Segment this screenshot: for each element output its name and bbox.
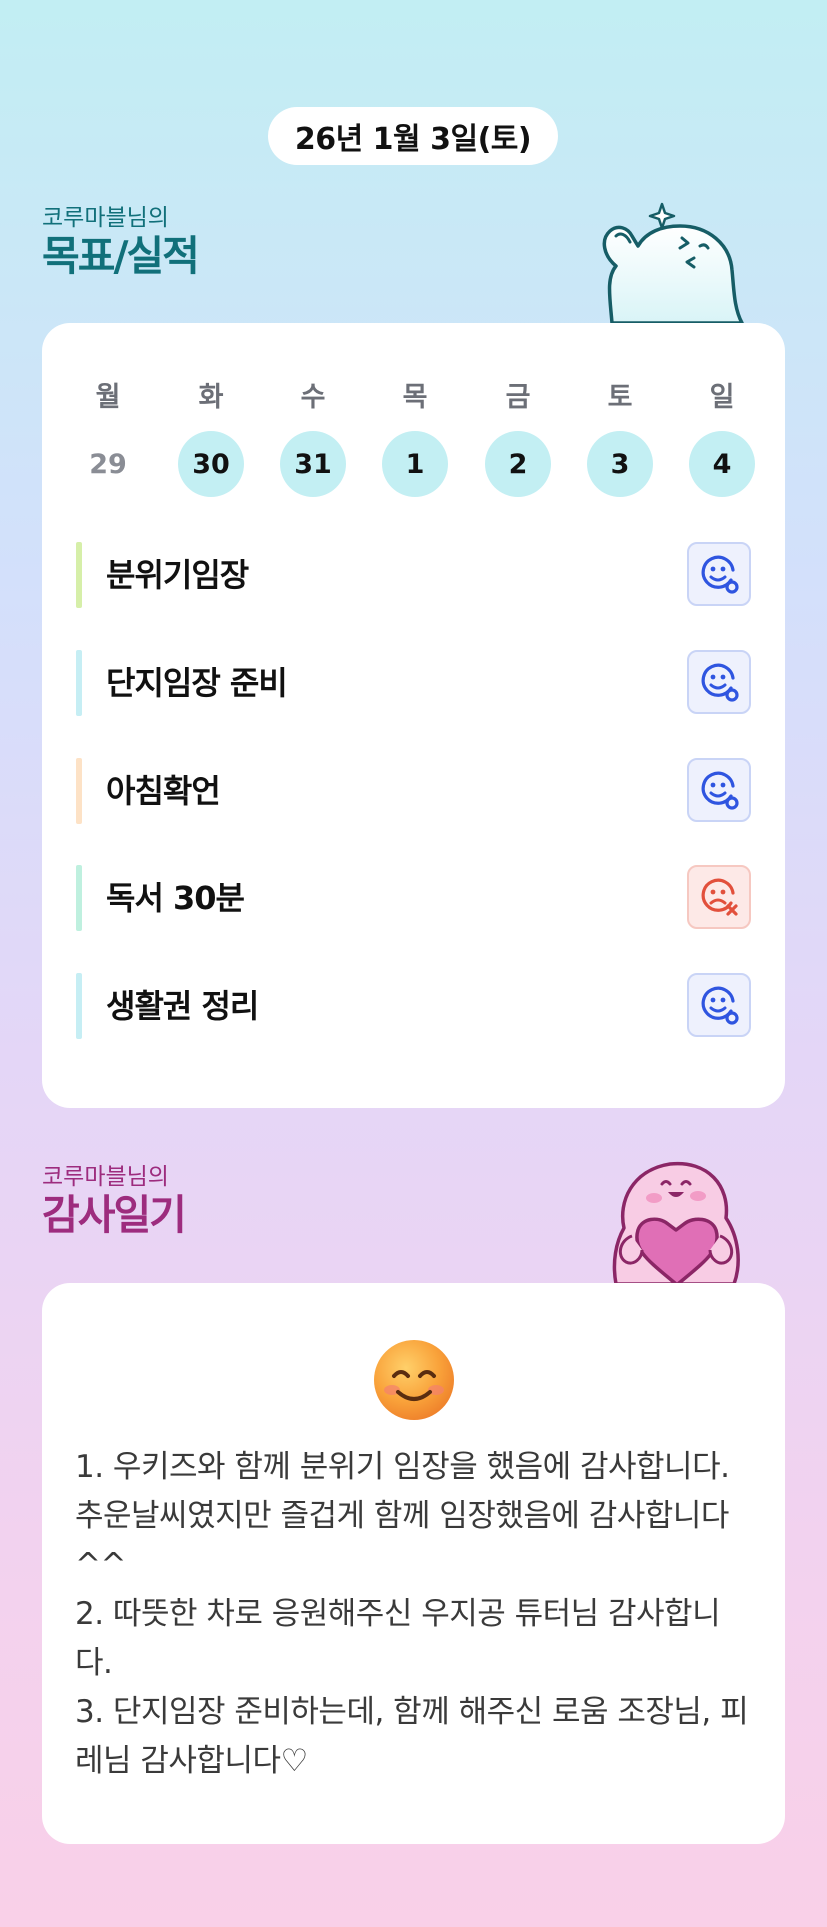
weekday-label: 일 [709,382,735,413]
date-31[interactable]: 31 [280,431,346,497]
gratitude-section-subtitle: 코루마블님의 [42,1164,169,1190]
goals-section-title: 코루마블님의 목표/실적 [42,204,200,280]
date-3[interactable]: 3 [587,431,653,497]
goal-color-bar [76,973,82,1039]
goal-row: 생활권 정리 [76,973,751,1039]
ghost-mascot-icon [602,202,744,325]
date-2[interactable]: 2 [485,431,551,497]
smile-check-icon [701,986,739,1025]
goal-color-bar [76,650,82,716]
goals-section-heading: 목표/실적 [42,232,200,280]
heart-mascot-icon [612,1161,740,1286]
weekday-label: 화 [198,382,224,413]
goal-label: 생활권 정리 [106,987,259,1025]
goal-label: 아침확언 [106,772,221,810]
smiling-face-emoji [374,1340,454,1420]
goal-status-button[interactable] [687,758,751,822]
diary-entry: 1. 우키즈와 함께 분위기 임장을 했음에 감사합니다. 추운날씨였지만 즐겁… [75,1449,730,1583]
goal-color-bar [76,542,82,608]
goal-status-button[interactable] [687,542,751,606]
gratitude-section-title: 코루마블님의 감사일기 [42,1163,187,1239]
goal-row: 단지임장 준비 [76,650,751,716]
smile-check-icon [701,555,739,594]
date-4[interactable]: 4 [689,431,755,497]
gratitude-card: 1. 우키즈와 함께 분위기 임장을 했음에 감사합니다. 추운날씨였지만 즐겁… [42,1283,785,1844]
weekday-label: 토 [607,382,633,413]
goals-section-subtitle: 코루마블님의 [42,205,169,231]
date-pill[interactable]: 26년 1월 3일(토) [268,107,558,165]
goal-color-bar [76,758,82,824]
date-1[interactable]: 1 [382,431,448,497]
weekday-label: 금 [505,382,531,413]
weekday-label: 월 [95,382,121,413]
goals-card: 월 화 수 목 금 토 일 29 30 31 1 2 3 4 분위기임장 단지임… [42,323,785,1108]
gratitude-diary-text: 1. 우키즈와 함께 분위기 임장을 했음에 감사합니다. 추운날씨였지만 즐겁… [75,1443,755,1786]
date-30[interactable]: 30 [178,431,244,497]
goal-status-button[interactable] [687,973,751,1037]
goal-label: 분위기임장 [106,556,249,594]
sad-x-icon [701,878,738,916]
date-29[interactable]: 29 [75,431,141,497]
smile-check-icon [701,771,739,810]
weekday-label: 목 [402,382,428,413]
goal-color-bar [76,865,82,931]
weekday-label: 수 [300,382,326,413]
goal-row: 독서 30분 [76,865,751,931]
goal-label: 단지임장 준비 [106,664,288,702]
goal-row: 아침확언 [76,758,751,824]
goal-status-button[interactable] [687,650,751,714]
goal-row: 분위기임장 [76,542,751,608]
goal-label: 독서 30분 [106,879,245,917]
gratitude-section-heading: 감사일기 [42,1191,187,1239]
smile-check-icon [701,663,739,702]
diary-entry: 3. 단지임장 준비하는데, 함께 해주신 로움 조장님, 피레님 감사합니다♡ [75,1694,749,1779]
goal-status-button[interactable] [687,865,751,929]
diary-entry: 2. 따뜻한 차로 응원해주신 우지공 튜터님 감사합니다. [75,1596,721,1681]
